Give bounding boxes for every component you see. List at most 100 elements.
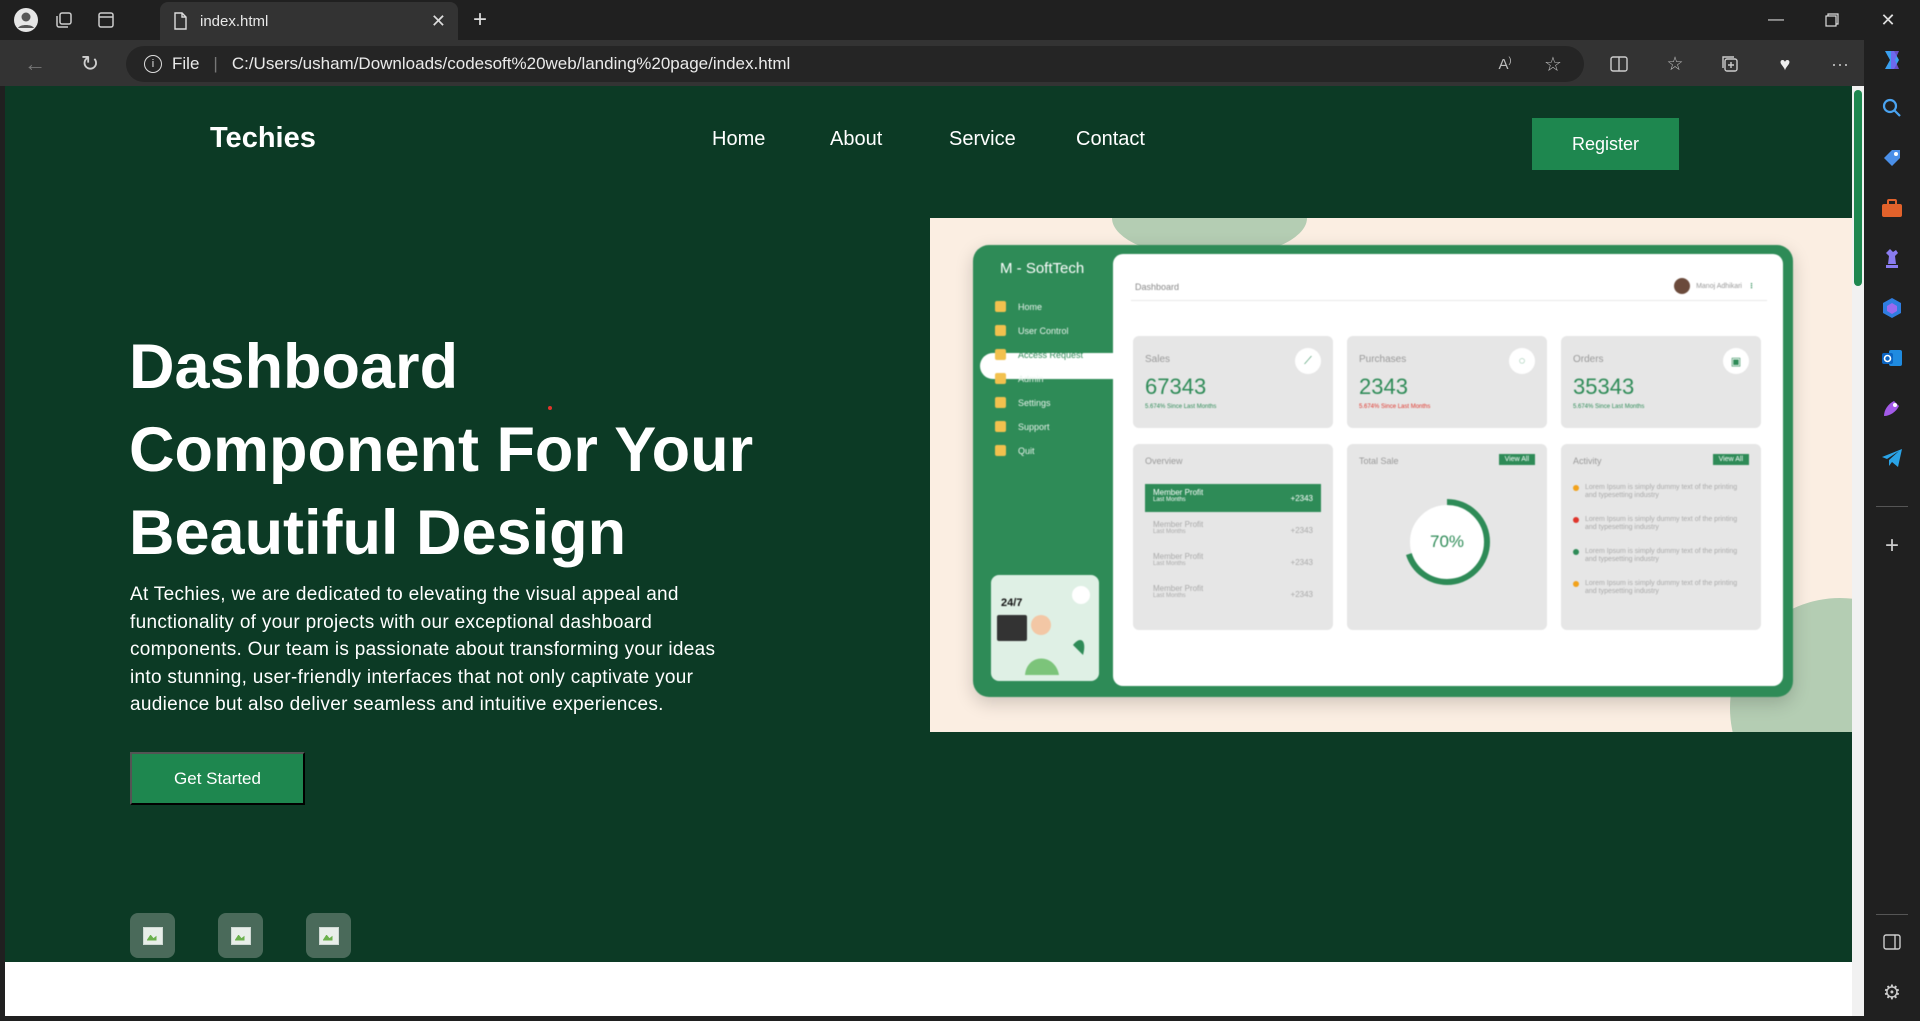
read-aloud-icon[interactable]: A) [1490, 49, 1520, 79]
status-dot [1573, 517, 1579, 523]
close-window-icon[interactable]: ✕ [1860, 0, 1916, 40]
activity-text: Lorem Ipsum is simply dummy text of the … [1585, 548, 1738, 563]
hero-description-line: audience but also deliver seamless and i… [130, 694, 664, 715]
mock-menu-label: Settings [1018, 397, 1051, 408]
settings-gear-icon[interactable]: ⚙ [1878, 978, 1906, 1006]
refresh-icon[interactable]: ↻ [75, 49, 105, 79]
file-icon [174, 12, 187, 30]
back-icon[interactable]: ← [20, 49, 50, 79]
get-started-button[interactable]: Get Started [130, 752, 305, 805]
mock-content: Dashboard Manoj Adhikari ⋮ Sales 67343 5.… [1113, 254, 1783, 686]
overview-row-amount: +2343 [1290, 494, 1313, 503]
shopping-bag-icon: ▣ [1723, 348, 1749, 374]
mock-menu-label: Access Request [1018, 349, 1084, 360]
tab-index-html[interactable]: index.html ✕ [160, 2, 458, 40]
overview-row-name: Member Profit [1153, 584, 1204, 593]
overview-row-amount: +2343 [1290, 558, 1313, 567]
restore-icon[interactable] [1804, 0, 1860, 40]
outlook-icon[interactable] [1878, 344, 1906, 372]
stat-card-purchases: Purchases 2343 5.674% Since Last Months … [1347, 336, 1547, 428]
user-icon [995, 325, 1006, 336]
page-scrollbar[interactable] [1852, 86, 1864, 1016]
mock-menu-label: Support [1018, 421, 1050, 432]
nav-service[interactable]: Service [949, 128, 1016, 151]
stat-card-orders: Orders 35343 5.674% Since Last Months ▣ [1561, 336, 1761, 428]
overview-row-sub: Last Months [1153, 561, 1186, 567]
tab-actions-icon[interactable] [92, 6, 120, 34]
add-sidebar-app-icon[interactable]: + [1878, 532, 1906, 560]
status-dot [1573, 485, 1579, 491]
activity-item: Lorem Ipsum is simply dummy text of the … [1573, 516, 1743, 532]
register-button[interactable]: Register [1532, 118, 1679, 170]
split-screen-icon[interactable] [1604, 49, 1634, 79]
separator: | [213, 54, 218, 73]
protocol-label: File [172, 54, 200, 73]
support-badge: 24/7 [1001, 597, 1023, 609]
status-dot [1573, 581, 1579, 587]
activity-item: Lorem Ipsum is simply dummy text of the … [1573, 580, 1743, 596]
hide-sidebar-icon[interactable] [1878, 928, 1906, 956]
stat-sub: 5.674% Since Last Months [1573, 404, 1645, 410]
page-viewport: Techies Home About Service Contact Regis… [5, 86, 1857, 1016]
hero-title-line: Beautiful Design [129, 498, 627, 568]
home-icon [995, 301, 1006, 312]
workspaces-icon[interactable] [50, 6, 78, 34]
social-link-2[interactable] [218, 913, 263, 958]
url-text[interactable]: C:/Users/usham/Downloads/codesoft%20web/… [232, 54, 791, 74]
browser-essentials-icon[interactable]: ♥ [1770, 49, 1800, 79]
more-options-icon[interactable]: ··· [1825, 49, 1855, 79]
activity-item: Lorem Ipsum is simply dummy text of the … [1573, 484, 1743, 500]
collections-icon[interactable] [1715, 49, 1745, 79]
minimize-icon[interactable]: — [1748, 0, 1804, 40]
games-icon[interactable] [1878, 244, 1906, 272]
mock-profile: Manoj Adhikari ⋮ [1674, 278, 1755, 294]
search-icon[interactable] [1878, 94, 1906, 122]
activity-text: Lorem Ipsum is simply dummy text of the … [1585, 484, 1738, 499]
nav-about[interactable]: About [830, 128, 882, 151]
social-link-3[interactable] [306, 913, 351, 958]
mock-menu-label: User Control [1018, 325, 1069, 336]
divider [1131, 300, 1767, 301]
favorites-icon[interactable]: ☆ [1660, 49, 1690, 79]
view-all-tag: View All [1498, 454, 1535, 465]
trend-chart-icon: ⟋ [1295, 348, 1321, 374]
nav-contact[interactable]: Contact [1076, 128, 1145, 151]
new-tab-icon[interactable]: + [466, 6, 494, 34]
settings-icon [995, 397, 1006, 408]
stat-value: 2343 [1359, 374, 1408, 399]
tools-icon[interactable] [1878, 194, 1906, 222]
address-bar[interactable]: i File | C:/Users/usham/Downloads/codeso… [126, 46, 1584, 82]
favorite-star-icon[interactable]: ☆ [1538, 49, 1568, 79]
overview-row: Member Profit Last Months +2343 [1145, 548, 1321, 576]
view-all-tag: View All [1712, 454, 1749, 465]
designer-icon[interactable] [1878, 394, 1906, 422]
copilot-icon[interactable] [1878, 46, 1906, 74]
stat-value: 35343 [1573, 374, 1635, 399]
stat-label: Purchases [1359, 354, 1407, 365]
mock-menu-item: Support [995, 421, 1050, 432]
mock-user-name: Manoj Adhikari [1696, 282, 1742, 290]
loading-ring-icon: ◌ [1509, 348, 1535, 374]
shopping-icon[interactable] [1878, 144, 1906, 172]
info-icon[interactable]: i [144, 55, 162, 73]
copilot-pro-icon[interactable] [1878, 294, 1906, 322]
hero-description-line: functionality of your projects with our … [130, 611, 653, 633]
mock-menu-item: Admin [995, 373, 1044, 384]
profile-icon[interactable] [12, 6, 40, 34]
site-logo[interactable]: Techies [210, 122, 316, 155]
close-tab-icon[interactable]: ✕ [431, 11, 446, 32]
mock-menu-item: Home [995, 301, 1042, 312]
telegram-icon[interactable] [1878, 444, 1906, 472]
overview-row-amount: +2343 [1290, 590, 1313, 599]
mock-menu-label: Quit [1018, 445, 1035, 456]
mock-menu-item: User Control [995, 325, 1069, 336]
panel-title: Total Sale [1359, 456, 1399, 466]
nav-home[interactable]: Home [712, 128, 765, 151]
overview-row-name: Member Profit [1153, 552, 1204, 561]
mock-brand: M - SoftTech [1000, 260, 1085, 277]
power-icon [995, 445, 1006, 456]
social-link-1[interactable] [130, 913, 175, 958]
mock-menu-label: Admin [1018, 373, 1044, 384]
scrollbar-thumb[interactable] [1854, 90, 1862, 286]
sidebar-divider [1876, 506, 1908, 507]
